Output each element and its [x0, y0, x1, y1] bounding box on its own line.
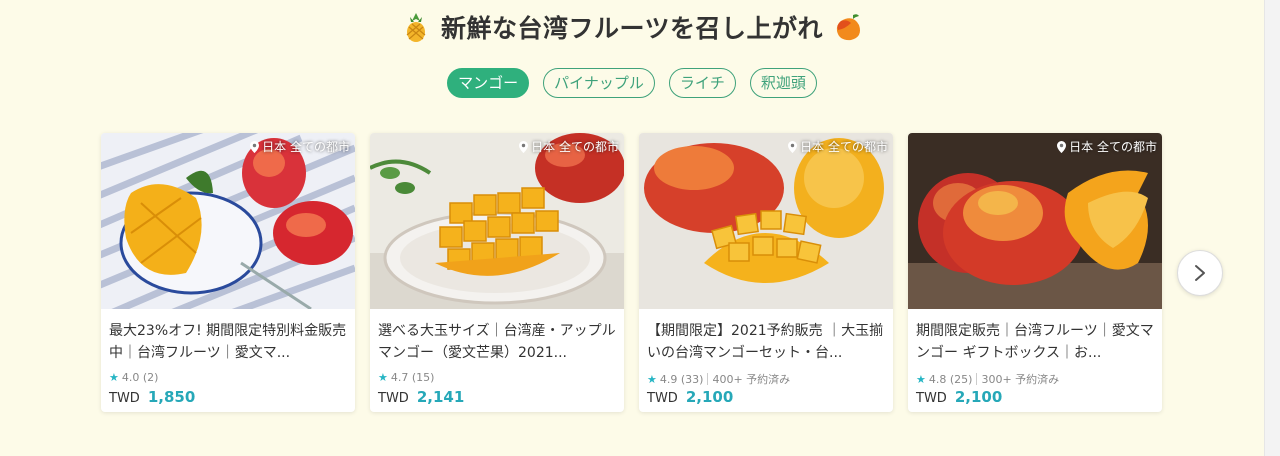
price-row: TWD 2,100: [647, 388, 733, 406]
product-image: 日本 全ての都市: [908, 133, 1162, 309]
product-card[interactable]: 日本 全ての都市 期間限定販売｜台湾フルーツ｜愛文マンゴー ギフトボックス｜お.…: [908, 133, 1162, 412]
location-label: 日本 全ての都市: [1057, 138, 1157, 155]
product-image: 日本 全ての都市: [370, 133, 624, 309]
star-icon: ★: [916, 372, 926, 386]
pineapple-icon: [406, 13, 426, 42]
currency: TWD: [916, 391, 947, 406]
location-pin-icon: [250, 140, 260, 153]
star-icon: ★: [647, 372, 657, 386]
product-card[interactable]: 日本 全ての都市 【期間限定】2021予約販売 ｜大玉揃いの台湾マンゴーセット・…: [639, 133, 893, 412]
price-row: TWD 2,100: [916, 388, 1002, 406]
price-value: 2,100: [954, 388, 1003, 406]
star-icon: ★: [378, 371, 388, 384]
price-value: 1,850: [147, 388, 196, 406]
location-label: 日本 全ての都市: [788, 138, 888, 155]
location-label: 日本 全ての都市: [519, 138, 619, 155]
divider: [707, 373, 709, 385]
rating-value: 4.7: [390, 371, 409, 384]
carousel-next-button[interactable]: [1177, 250, 1223, 296]
tab-lychee[interactable]: ライチ: [668, 68, 736, 98]
heading-title: 新鮮な台湾フルーツを召し上がれ: [440, 14, 823, 43]
product-carousel: 日本 全ての都市 最大23%オフ! 期間限定特別料金販売中｜台湾フルーツ｜愛文マ…: [101, 133, 1162, 412]
review-count: (25): [949, 372, 973, 386]
product-image: 日本 全ての都市: [639, 133, 893, 309]
page-scrollbar[interactable]: [1264, 0, 1280, 456]
price-value: 2,141: [416, 388, 465, 406]
review-count: (15): [411, 371, 435, 384]
location-pin-icon: [788, 140, 798, 153]
rating-row: ★ 4.0 (2): [109, 371, 158, 384]
product-title[interactable]: 最大23%オフ! 期間限定特別料金販売中｜台湾フルーツ｜愛文マ...: [109, 320, 347, 364]
location-pin-icon: [1057, 140, 1067, 153]
divider: [976, 373, 978, 385]
product-title[interactable]: 期間限定販売｜台湾フルーツ｜愛文マンゴー ギフトボックス｜お...: [916, 320, 1154, 364]
booked-count: 400+ 予約済み: [712, 373, 791, 386]
rating-row: ★ 4.7 (15): [378, 371, 434, 384]
star-icon: ★: [109, 371, 119, 384]
rating-value: 4.8: [928, 372, 947, 386]
tab-pineapple[interactable]: パイナップル: [543, 68, 655, 98]
section-heading: 新鮮な台湾フルーツを召し上がれ: [0, 8, 1264, 46]
chevron-right-icon: [1195, 265, 1205, 281]
mango-icon: [836, 14, 860, 41]
rating-row: ★ 4.8 (25) 300+ 予約済み: [916, 371, 1059, 387]
location-label: 日本 全ての都市: [250, 138, 350, 155]
rating-value: 4.0: [121, 371, 140, 384]
tab-sugar-apple[interactable]: 釈迦頭: [749, 68, 817, 98]
price-value: 2,100: [685, 388, 734, 406]
price-row: TWD 1,850: [109, 388, 195, 406]
location-pin-icon: [519, 140, 529, 153]
product-title[interactable]: 選べる大玉サイズ｜台湾産・アップルマンゴー（愛文芒果）2021...: [378, 320, 616, 364]
currency: TWD: [378, 391, 409, 406]
tab-mango[interactable]: マンゴー: [447, 68, 530, 98]
booked-count: 300+ 予約済み: [981, 373, 1060, 386]
currency: TWD: [109, 391, 140, 406]
rating-row: ★ 4.9 (33) 400+ 予約済み: [647, 371, 790, 387]
product-title[interactable]: 【期間限定】2021予約販売 ｜大玉揃いの台湾マンゴーセット・台...: [647, 320, 885, 364]
review-count: (33): [680, 372, 704, 386]
currency: TWD: [647, 391, 678, 406]
fruit-tabs: マンゴー パイナップル ライチ 釈迦頭: [0, 68, 1264, 98]
review-count: (2): [142, 371, 159, 384]
product-card[interactable]: 日本 全ての都市 最大23%オフ! 期間限定特別料金販売中｜台湾フルーツ｜愛文マ…: [101, 133, 355, 412]
rating-value: 4.9: [659, 372, 678, 386]
price-row: TWD 2,141: [378, 388, 464, 406]
product-card[interactable]: 日本 全ての都市 選べる大玉サイズ｜台湾産・アップルマンゴー（愛文芒果）2021…: [370, 133, 624, 412]
product-image: 日本 全ての都市: [101, 133, 355, 309]
